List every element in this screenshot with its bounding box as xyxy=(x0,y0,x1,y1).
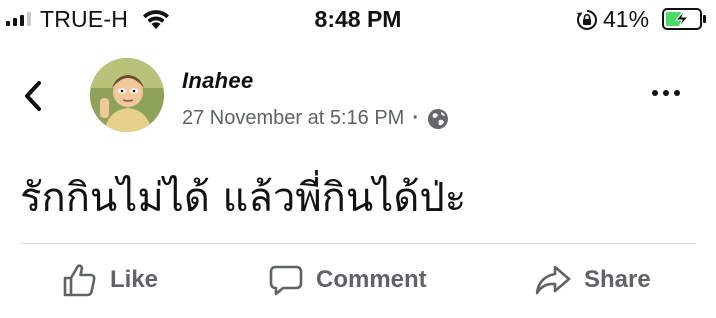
share-label: Share xyxy=(584,266,651,293)
thumbs-up-icon xyxy=(63,264,96,297)
share-arrow-icon xyxy=(535,265,571,295)
post-timestamp[interactable]: 27 November at 5:16 PM xyxy=(182,107,404,130)
more-dot-icon xyxy=(674,90,680,96)
more-dot-icon xyxy=(652,90,658,96)
more-options-button[interactable] xyxy=(652,90,680,96)
post-text: รักกินไม่ได้ แล้วพี่กินได้ป่ะ xyxy=(20,175,467,221)
post-meta: 27 November at 5:16 PM · xyxy=(182,107,449,130)
back-chevron-icon[interactable] xyxy=(22,80,44,112)
post-author-name[interactable]: Inahee xyxy=(182,68,254,94)
status-bar: TRUE-H 8:48 PM 41% xyxy=(0,0,716,40)
author-avatar[interactable] xyxy=(90,58,164,132)
rotation-lock-icon xyxy=(577,10,597,30)
avatar-image xyxy=(90,58,164,132)
like-button[interactable]: Like xyxy=(62,262,158,298)
globe-icon xyxy=(428,108,449,129)
battery-percentage: 41% xyxy=(603,6,650,32)
comment-bubble-icon xyxy=(269,265,303,296)
share-button[interactable]: Share xyxy=(534,262,651,298)
like-label: Like xyxy=(110,266,159,293)
comment-label: Comment xyxy=(316,266,427,293)
comment-button[interactable]: Comment xyxy=(268,262,427,298)
battery-charging-icon xyxy=(662,8,706,30)
divider xyxy=(20,243,696,244)
meta-separator: · xyxy=(412,107,420,129)
more-dot-icon xyxy=(663,90,669,96)
